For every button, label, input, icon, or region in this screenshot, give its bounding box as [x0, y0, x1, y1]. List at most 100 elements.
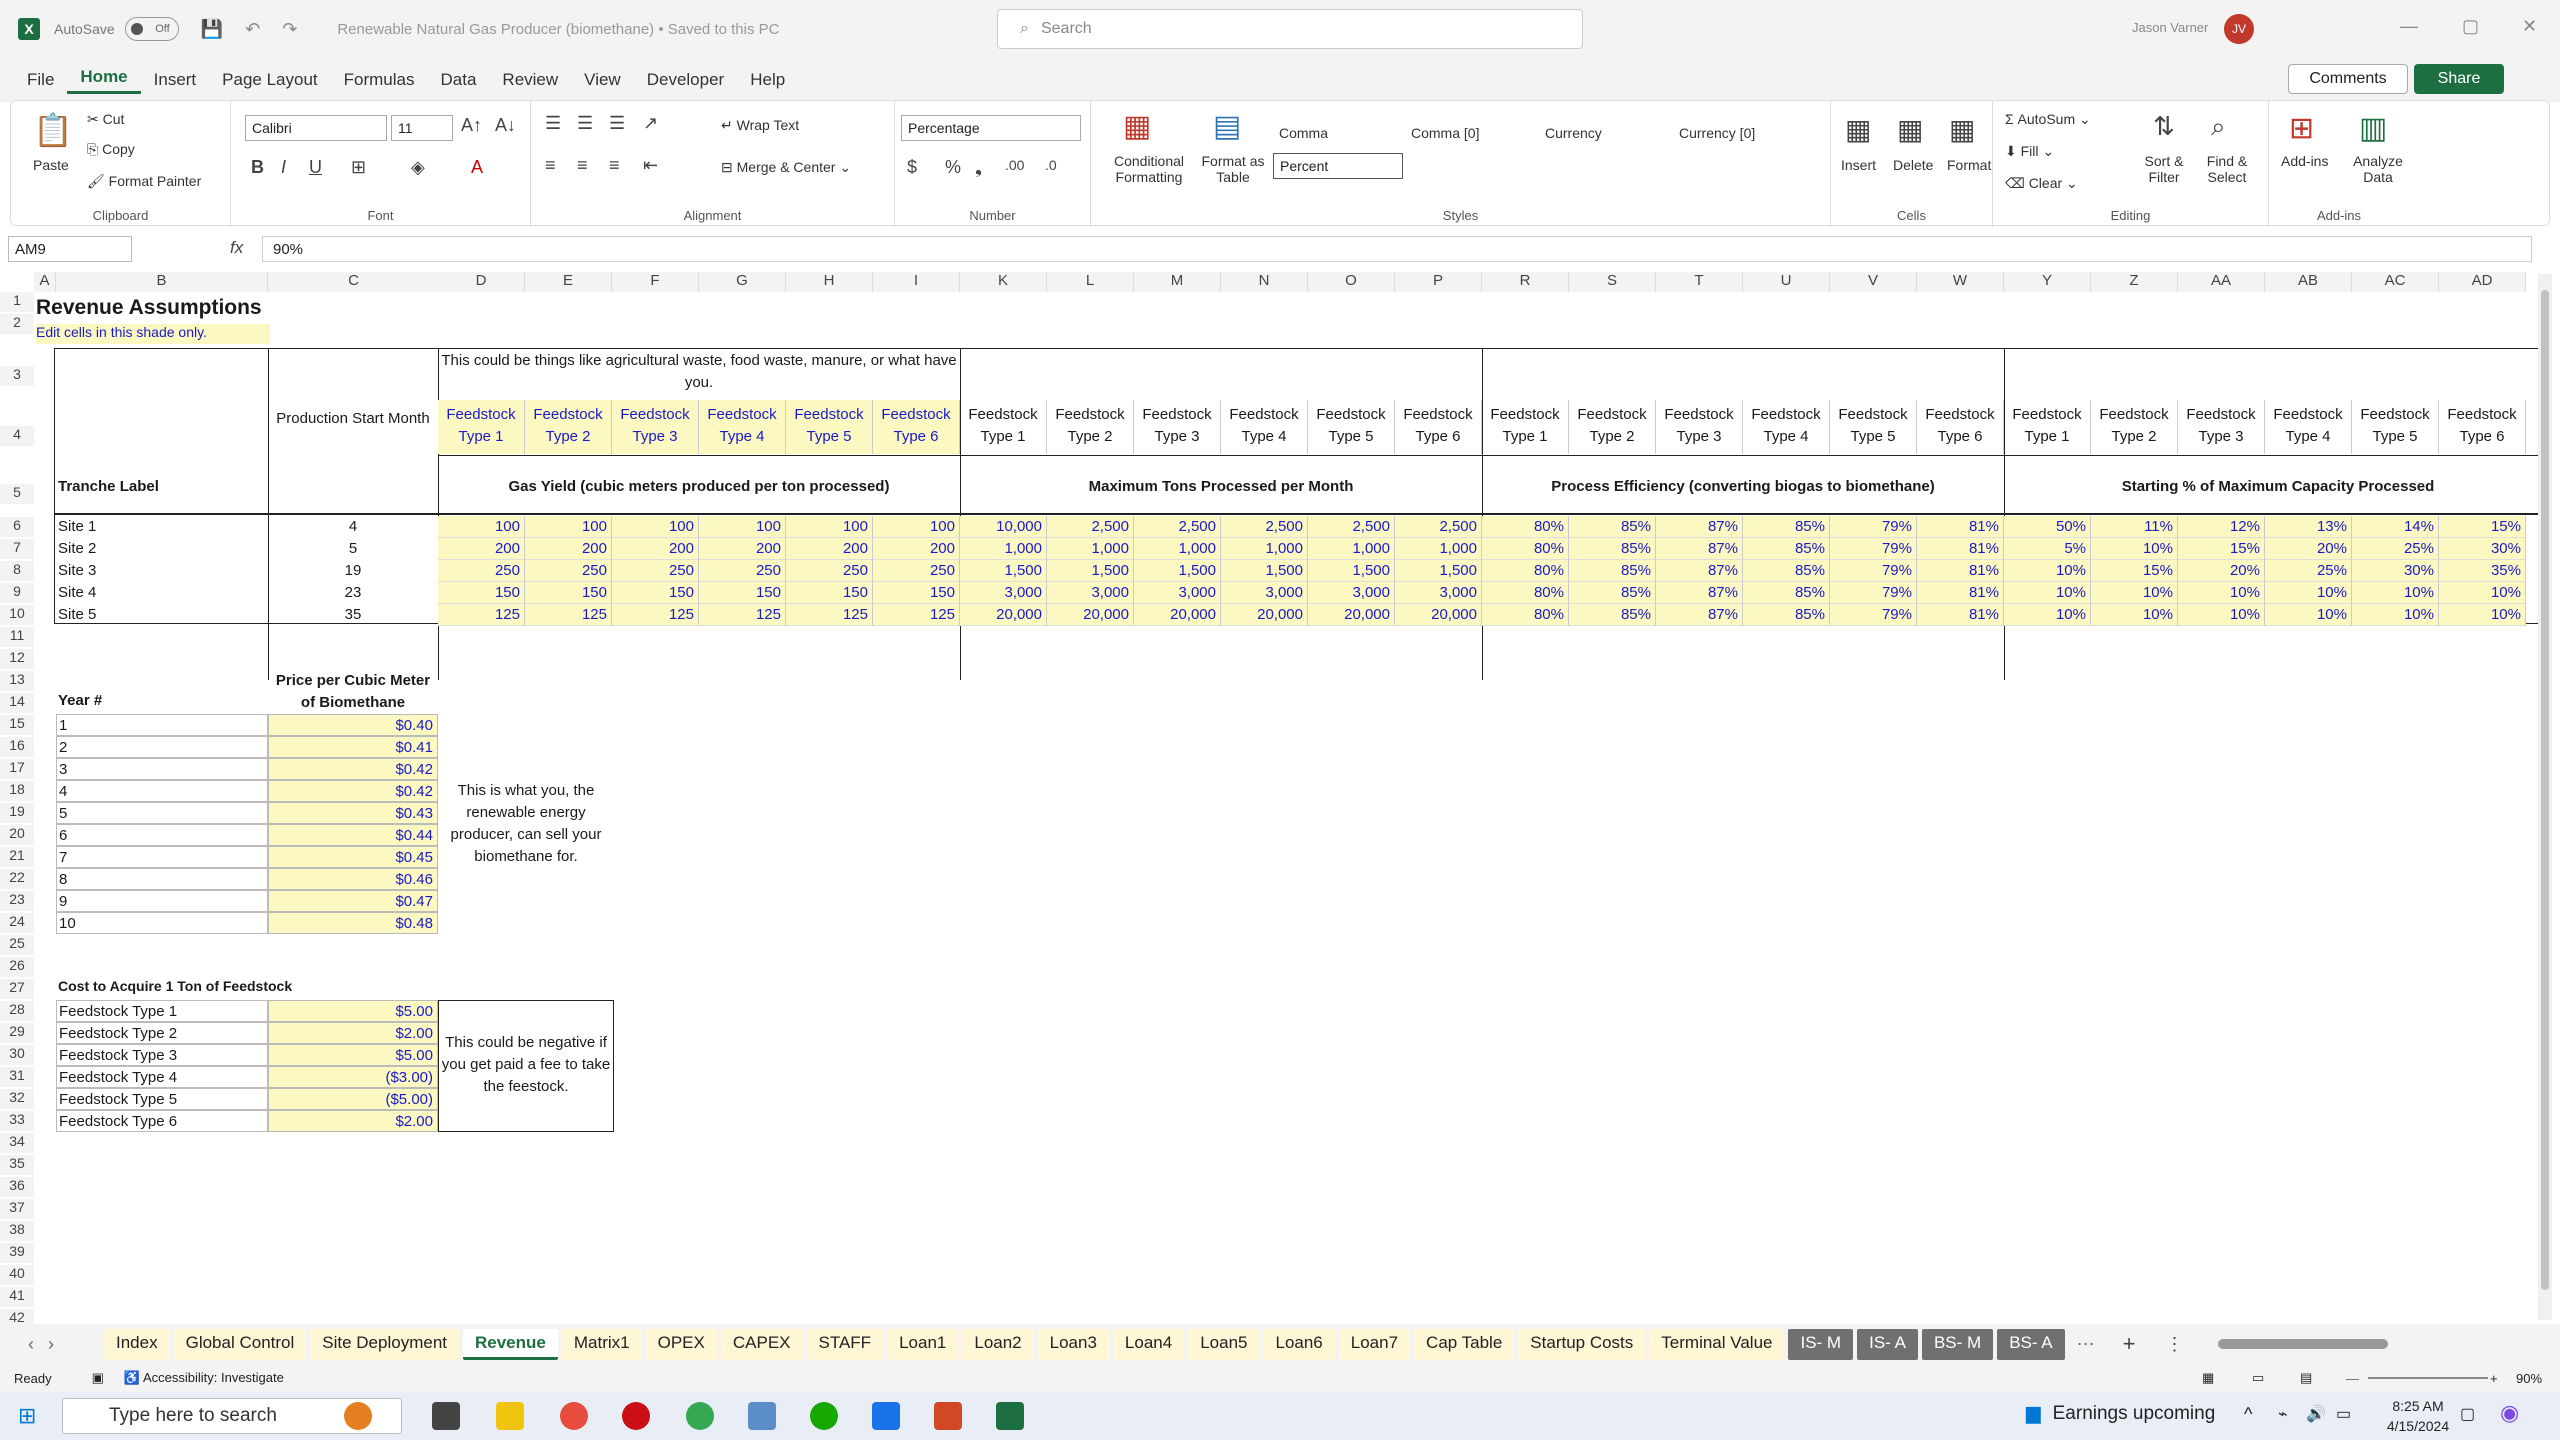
col-header[interactable]: Y	[2004, 272, 2091, 292]
site-label[interactable]: Site 3	[58, 560, 266, 582]
formula-input[interactable]: 90%	[262, 236, 2532, 262]
font-color-icon[interactable]: A	[471, 157, 483, 178]
site-label[interactable]: Site 5	[58, 604, 266, 626]
row-header[interactable]: 28	[0, 1001, 34, 1021]
feedstock-type-header[interactable]: Feedstock Type 2	[1569, 400, 1656, 454]
cut-button[interactable]: ✂ Cut	[87, 111, 124, 128]
share-button[interactable]: Share	[2414, 64, 2504, 94]
input-cell[interactable]: 30%	[2352, 560, 2439, 582]
input-cell[interactable]: 30%	[2439, 538, 2526, 560]
windows-start-icon[interactable]: ⊞	[18, 1403, 36, 1429]
tab-options-icon[interactable]: ⋮	[2166, 1334, 2184, 1355]
input-cell[interactable]: 1,500	[960, 560, 1047, 582]
input-cell[interactable]: 81%	[1917, 538, 2004, 560]
sheet-tab[interactable]: Cap Table	[1414, 1328, 1515, 1360]
fill-color-icon[interactable]: ◈	[411, 157, 425, 178]
menu-home[interactable]: Home	[67, 67, 141, 94]
row-header[interactable]: 29	[0, 1023, 34, 1043]
input-cell[interactable]: 2,500	[1221, 516, 1308, 538]
input-cell[interactable]: 125	[873, 604, 960, 626]
input-cell[interactable]: 125	[525, 604, 612, 626]
input-cell[interactable]: 200	[873, 538, 960, 560]
row-header[interactable]: 21	[0, 847, 34, 867]
input-cell[interactable]: 79%	[1830, 582, 1917, 604]
input-cell[interactable]: 3,000	[1134, 582, 1221, 604]
input-cell[interactable]: 150	[786, 582, 873, 604]
paste-button[interactable]: Paste	[33, 157, 69, 173]
row-header[interactable]: 31	[0, 1067, 34, 1087]
redo-icon[interactable]: ↷	[282, 19, 297, 40]
clock[interactable]: 8:25 AM 4/15/2024	[2370, 1396, 2466, 1436]
input-cell[interactable]: 1,500	[1134, 560, 1221, 582]
input-cell[interactable]: 10%	[2004, 560, 2091, 582]
input-cell[interactable]: 81%	[1917, 582, 2004, 604]
col-header[interactable]: D	[438, 272, 525, 292]
style-currency0[interactable]: Currency [0]	[1679, 125, 1755, 141]
col-header[interactable]: O	[1308, 272, 1395, 292]
input-cell[interactable]: 85%	[1569, 538, 1656, 560]
price-cell[interactable]: $0.40	[268, 714, 438, 736]
next-sheet-icon[interactable]: ›	[48, 1334, 54, 1355]
production-start-cell[interactable]: 4	[268, 516, 438, 538]
input-cell[interactable]: 80%	[1482, 560, 1569, 582]
sheet-tab[interactable]: Loan6	[1263, 1328, 1335, 1360]
zoom-in-icon[interactable]: +	[2490, 1371, 2498, 1386]
year-cell[interactable]: 10	[56, 912, 268, 934]
input-cell[interactable]: 3,000	[1047, 582, 1134, 604]
input-cell[interactable]: 87%	[1656, 516, 1743, 538]
input-cell[interactable]: 20,000	[1221, 604, 1308, 626]
volume-icon[interactable]: 🔊	[2306, 1404, 2326, 1424]
input-cell[interactable]: 85%	[1743, 560, 1830, 582]
input-cell[interactable]: 20,000	[1395, 604, 1482, 626]
decrease-font-icon[interactable]: A↓	[495, 115, 516, 136]
save-icon[interactable]: 💾	[201, 19, 223, 40]
close-icon[interactable]: ✕	[2522, 16, 2537, 37]
style-comma0[interactable]: Comma [0]	[1411, 125, 1479, 141]
input-cell[interactable]: 10%	[2091, 604, 2178, 626]
zoom-slider[interactable]	[2368, 1377, 2488, 1379]
row-header[interactable]: 15	[0, 715, 34, 735]
input-cell[interactable]: 85%	[1569, 516, 1656, 538]
input-cell[interactable]: 35%	[2439, 560, 2526, 582]
col-header[interactable]: I	[873, 272, 960, 292]
row-header[interactable]: 25	[0, 935, 34, 955]
document-title[interactable]: Renewable Natural Gas Producer (biometha…	[337, 21, 779, 38]
input-cell[interactable]: 100	[525, 516, 612, 538]
insert-cells-button[interactable]: Insert	[1841, 157, 1876, 173]
row-header[interactable]: 11	[0, 627, 34, 647]
prev-sheet-icon[interactable]: ‹	[28, 1334, 34, 1355]
cost-label[interactable]: Feedstock Type 1	[56, 1000, 268, 1022]
task-view-icon[interactable]	[432, 1402, 460, 1430]
feedstock-type-header[interactable]: Feedstock Type 3	[612, 400, 699, 454]
input-cell[interactable]: 200	[612, 538, 699, 560]
input-cell[interactable]: 250	[786, 560, 873, 582]
input-cell[interactable]: 10,000	[960, 516, 1047, 538]
col-header[interactable]: F	[612, 272, 699, 292]
col-header[interactable]: E	[525, 272, 612, 292]
col-header[interactable]: R	[1482, 272, 1569, 292]
col-header[interactable]: V	[1830, 272, 1917, 292]
bold-icon[interactable]: B	[251, 157, 264, 178]
format-as-table-icon[interactable]: ▤	[1213, 109, 1241, 144]
input-cell[interactable]: 25%	[2265, 560, 2352, 582]
feedstock-type-header[interactable]: Feedstock Type 1	[2004, 400, 2091, 454]
sheet-tab[interactable]: IS- A	[1857, 1328, 1918, 1360]
input-cell[interactable]: 10%	[2352, 582, 2439, 604]
col-header[interactable]: AB	[2265, 272, 2352, 292]
row-header[interactable]: 35	[0, 1155, 34, 1175]
cost-label[interactable]: Feedstock Type 2	[56, 1022, 268, 1044]
site-label[interactable]: Site 2	[58, 538, 266, 560]
chrome-icon[interactable]	[686, 1402, 714, 1430]
menu-view[interactable]: View	[571, 70, 634, 90]
input-cell[interactable]: 20%	[2178, 560, 2265, 582]
input-cell[interactable]: 1,500	[1395, 560, 1482, 582]
row-header[interactable]: 7	[0, 539, 34, 559]
clear-button[interactable]: ⌫ Clear ⌄	[2005, 175, 2078, 192]
copy-button[interactable]: ⎘ Copy	[87, 141, 135, 158]
align-middle-icon[interactable]: ☰	[577, 113, 593, 134]
input-cell[interactable]: 150	[699, 582, 786, 604]
sheet-tab[interactable]: Index	[104, 1328, 170, 1360]
input-cell[interactable]: 3,000	[960, 582, 1047, 604]
year-cell[interactable]: 3	[56, 758, 268, 780]
cost-cell[interactable]: ($5.00)	[268, 1088, 438, 1110]
